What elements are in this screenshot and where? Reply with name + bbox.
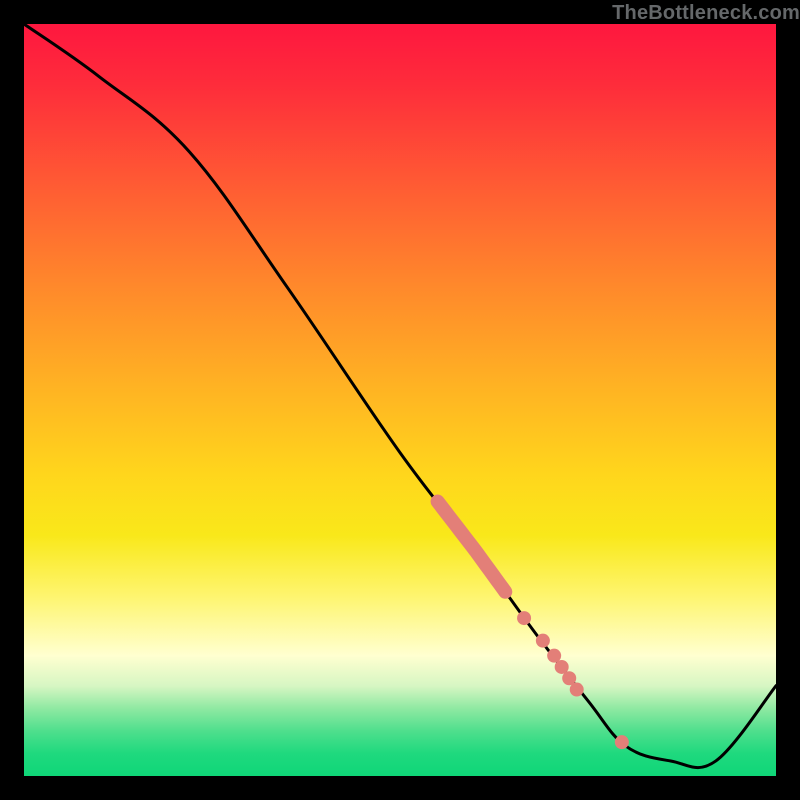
chart-overlay bbox=[24, 24, 776, 776]
data-markers bbox=[438, 502, 629, 750]
chart-frame bbox=[24, 24, 776, 776]
watermark-text: TheBottleneck.com bbox=[612, 2, 800, 25]
bottleneck-curve bbox=[24, 24, 776, 768]
